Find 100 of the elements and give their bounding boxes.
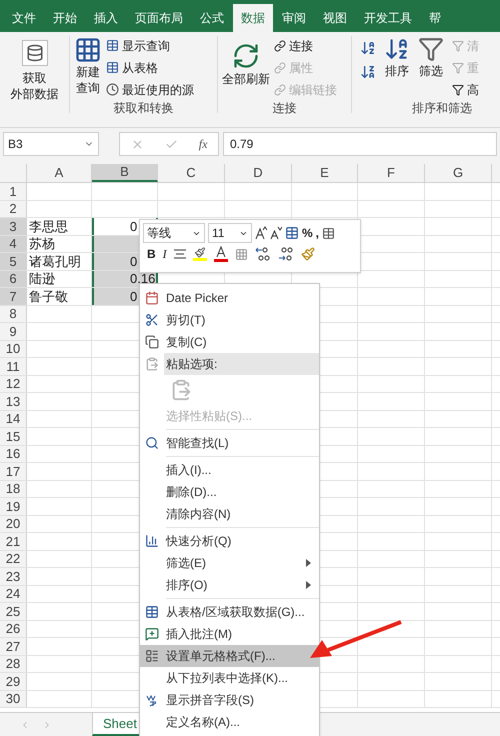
menu-item[interactable]: 显示拼音字段(S): [140, 689, 319, 711]
menu-item[interactable]: 智能查找(L): [140, 432, 319, 454]
menu-item[interactable]: 快速分析(Q): [140, 530, 319, 552]
row-header[interactable]: 16: [0, 446, 27, 462]
row-header[interactable]: 1: [0, 183, 27, 200]
column-header[interactable]: C: [158, 164, 225, 182]
cell-text: 0: [130, 290, 138, 303]
table-format-icon[interactable]: [285, 226, 299, 240]
row-header[interactable]: 8: [0, 306, 27, 322]
row-header[interactable]: 21: [0, 533, 27, 550]
menu-item[interactable]: 清除内容(N): [140, 503, 319, 525]
row-header[interactable]: 24: [0, 586, 27, 602]
row-header[interactable]: 3: [0, 218, 27, 234]
ribbon-command[interactable]: 最近使用的源: [106, 80, 194, 99]
ribbon-tab[interactable]: 视图: [315, 4, 355, 32]
menu-item[interactable]: 筛选(E): [140, 552, 319, 574]
row-header[interactable]: 12: [0, 376, 27, 392]
ribbon-command[interactable]: 从表格: [106, 58, 194, 77]
column-header[interactable]: G: [425, 164, 492, 182]
table-icon: [145, 605, 159, 619]
row-header[interactable]: 11: [0, 358, 27, 374]
row-header[interactable]: 2: [0, 200, 27, 217]
ribbon-tab[interactable]: 公式: [192, 4, 232, 32]
shrink-font-icon[interactable]: [270, 226, 282, 240]
submenu-arrow-icon: [306, 559, 311, 567]
menu-item[interactable]: 复制(C): [140, 331, 319, 353]
ribbon-tab[interactable]: 开始: [45, 4, 85, 32]
align-center-icon[interactable]: [174, 249, 186, 259]
font-color-icon[interactable]: [214, 246, 228, 262]
row-header[interactable]: 13: [0, 393, 27, 410]
row-header[interactable]: 26: [0, 620, 27, 637]
ribbon-command[interactable]: 显示查询: [106, 36, 194, 55]
menu-item[interactable]: 插入批注(M): [140, 623, 319, 645]
font-select[interactable]: 等线: [143, 223, 205, 243]
row-header[interactable]: 22: [0, 550, 27, 567]
comma-button[interactable]: ,: [316, 224, 320, 242]
menu-item[interactable]: 设置单元格格式(F)...: [140, 645, 319, 667]
sort-descending-icon[interactable]: [360, 64, 376, 80]
menu-item[interactable]: 从表格/区域获取数据(G)...: [140, 601, 319, 623]
format-painter-icon[interactable]: [300, 247, 315, 261]
fill-color-icon[interactable]: [192, 247, 207, 261]
menu-item[interactable]: 排序(O): [140, 574, 319, 596]
get-external-data-button[interactable]: 获取 外部数据: [10, 70, 58, 102]
row-header[interactable]: 17: [0, 463, 27, 480]
row-header[interactable]: 28: [0, 656, 27, 672]
row-header[interactable]: 23: [0, 568, 27, 584]
clock-icon: [106, 83, 119, 96]
borders-icon[interactable]: [234, 248, 248, 260]
increase-decimal-icon[interactable]: [254, 247, 271, 261]
row-header[interactable]: 27: [0, 638, 27, 654]
percent-button[interactable]: %: [302, 224, 313, 242]
menu-item[interactable]: 插入(I)...: [140, 459, 319, 481]
scissors-icon: [145, 313, 159, 327]
menu-item[interactable]: 删除(D)...: [140, 481, 319, 503]
refresh-all-button[interactable]: 全部刷新: [222, 70, 270, 88]
menu-item[interactable]: 从下拉列表中选择(K)...: [140, 667, 319, 689]
row-header[interactable]: 20: [0, 516, 27, 532]
row-header[interactable]: 18: [0, 480, 27, 497]
menu-item[interactable]: 剪切(T): [140, 309, 319, 331]
italic-button[interactable]: I: [162, 245, 167, 263]
insert-function-button[interactable]: fx: [198, 135, 208, 153]
row-header[interactable]: 30: [0, 690, 27, 707]
grow-font-icon[interactable]: [255, 226, 267, 240]
ribbon-tab[interactable]: 开发工具: [356, 4, 420, 32]
row-header[interactable]: 15: [0, 428, 27, 444]
sort-button[interactable]: 排序: [385, 62, 409, 80]
ribbon-tab[interactable]: 页面布局: [127, 4, 191, 32]
row-header[interactable]: 6: [0, 270, 27, 287]
row-header[interactable]: 9: [0, 323, 27, 340]
ribbon-tab[interactable]: 数据: [233, 4, 273, 32]
filter-button[interactable]: 筛选: [419, 62, 443, 80]
new-query-button[interactable]: 新建 查询: [76, 64, 100, 96]
name-box[interactable]: B3: [3, 132, 99, 156]
ribbon-tab[interactable]: 插入: [86, 4, 126, 32]
column-header[interactable]: B: [92, 164, 158, 182]
ribbon-tab[interactable]: 帮: [421, 4, 449, 32]
link-icon: [274, 84, 286, 96]
font-size-select[interactable]: 11: [208, 223, 252, 243]
column-header[interactable]: E: [292, 164, 358, 182]
row-header[interactable]: 4: [0, 236, 27, 252]
decrease-decimal-icon[interactable]: [278, 247, 294, 261]
ribbon-tab[interactable]: 审阅: [274, 4, 314, 32]
ribbon-tab[interactable]: 文件: [4, 4, 44, 32]
ribbon-command[interactable]: 高: [452, 80, 479, 99]
row-header[interactable]: 10: [0, 340, 27, 357]
cell-text: 0: [130, 254, 138, 268]
row-header[interactable]: 25: [0, 603, 27, 620]
column-header[interactable]: D: [225, 164, 292, 182]
group-label: 排序和筛选: [411, 100, 473, 117]
row-header[interactable]: 19: [0, 498, 27, 514]
ribbon-command[interactable]: 连接: [274, 36, 337, 55]
sort-ascending-icon[interactable]: [360, 40, 376, 56]
border-format-icon[interactable]: [322, 226, 336, 240]
search-icon: [145, 436, 159, 450]
row-header[interactable]: 29: [0, 673, 27, 690]
row-header[interactable]: 7: [0, 288, 27, 304]
formula-input[interactable]: 0.79: [223, 132, 497, 156]
row-header[interactable]: 5: [0, 253, 27, 270]
column-header[interactable]: F: [358, 164, 425, 182]
row-header[interactable]: 14: [0, 410, 27, 427]
